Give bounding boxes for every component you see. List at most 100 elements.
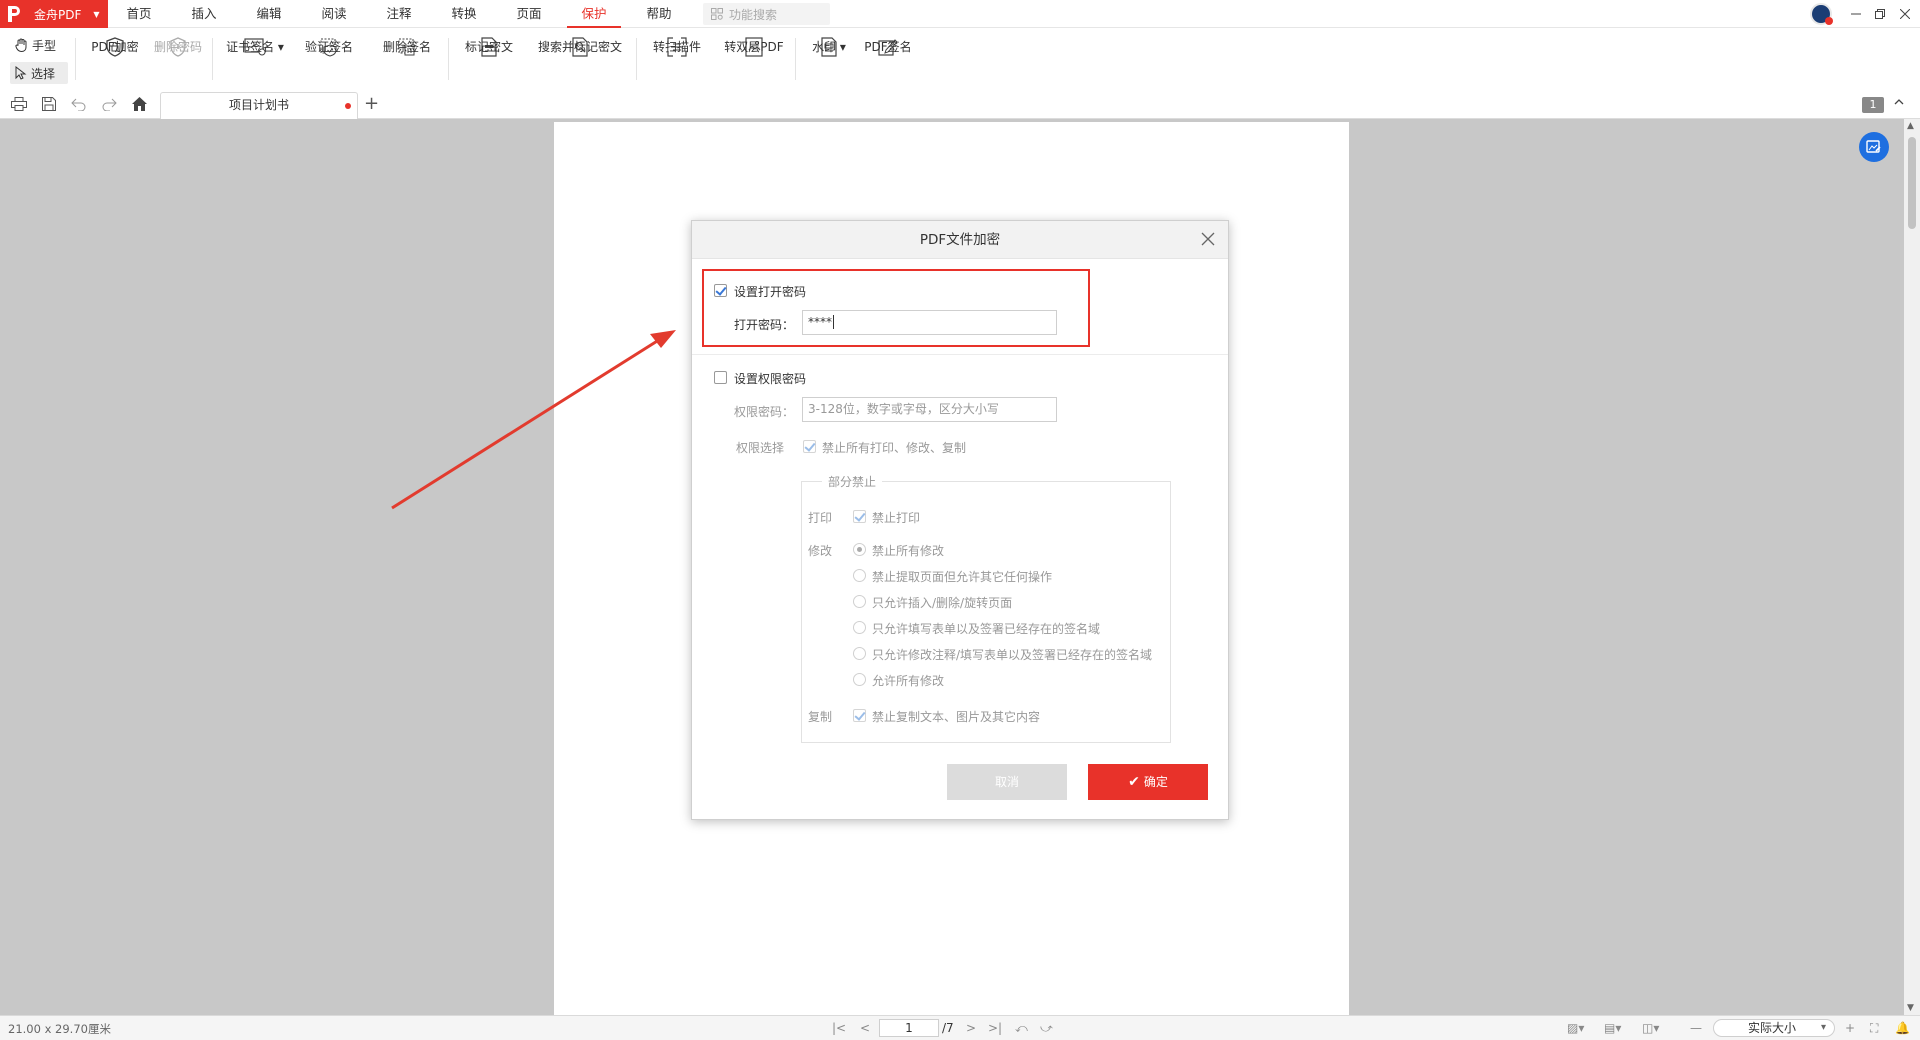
- page-layout-icon[interactable]: ▤▾: [1604, 1021, 1621, 1035]
- dual-page-icon[interactable]: ◫▾: [1642, 1021, 1659, 1035]
- confirm-label: 确定: [1143, 775, 1168, 789]
- app-logo-icon: [6, 5, 22, 23]
- menu-edit[interactable]: 编辑: [256, 0, 282, 28]
- add-tab-icon[interactable]: +: [364, 93, 379, 114]
- next-page-icon[interactable]: >: [966, 1021, 976, 1035]
- fit-screen-icon[interactable]: ⛶: [1870, 1021, 1878, 1036]
- chevron-down-icon: ▼: [93, 9, 100, 19]
- floating-assistant-button[interactable]: [1859, 132, 1889, 162]
- pdf-sign-button[interactable]: PDF签名: [863, 34, 913, 84]
- minimize-icon[interactable]: [1846, 4, 1866, 24]
- hand-tool-button[interactable]: 手型: [10, 34, 68, 56]
- verify-sign-button[interactable]: 验证签名: [304, 34, 354, 84]
- view-mode-icon[interactable]: ▨▾: [1567, 1021, 1584, 1035]
- print-section-label: 打印: [808, 511, 833, 525]
- permission-password-label: 权限密码：: [734, 405, 795, 419]
- menu-protect[interactable]: 保护: [567, 0, 621, 28]
- forbid-print-checkbox[interactable]: [853, 510, 866, 523]
- feature-search-input[interactable]: 功能搜索: [703, 3, 830, 25]
- save-icon[interactable]: [40, 95, 58, 113]
- scroll-down-icon[interactable]: ▼: [1907, 1003, 1914, 1013]
- remove-password-label: 删除密码: [153, 40, 202, 54]
- mark-secret-button[interactable]: 标记密文: [464, 34, 514, 84]
- select-tool-label: 选择: [31, 66, 56, 81]
- menu-insert[interactable]: 插入: [191, 0, 217, 28]
- modify-option-radio[interactable]: [853, 647, 866, 660]
- menu-bar: 金舟PDF ▼ 首页 插入 编辑 阅读 注释 转换 页面 保护 帮助 功能搜索: [0, 0, 1920, 28]
- forbid-copy-checkbox[interactable]: [853, 709, 866, 722]
- undo-icon[interactable]: [70, 95, 88, 113]
- collapse-ribbon-icon[interactable]: [1893, 96, 1905, 111]
- zoom-in-icon[interactable]: +: [1845, 1021, 1855, 1035]
- delete-sign-label: 删除签名: [382, 40, 431, 54]
- unsaved-dot-icon: [345, 103, 351, 109]
- forbid-all-checkbox[interactable]: [803, 440, 816, 453]
- permission-choice-label: 权限选择: [736, 441, 785, 455]
- menu-help[interactable]: 帮助: [646, 0, 672, 28]
- scroll-thumb[interactable]: [1908, 137, 1916, 229]
- to-dual-layer-label: 转双层PDF: [724, 40, 784, 54]
- to-dual-layer-button[interactable]: 转双层PDF: [723, 34, 785, 84]
- open-password-input[interactable]: ****: [802, 310, 1057, 335]
- modify-option-radio[interactable]: [853, 595, 866, 608]
- modify-option-radio[interactable]: [853, 621, 866, 634]
- menu-page[interactable]: 页面: [516, 0, 542, 28]
- pdf-encrypt-dialog: PDF文件加密 设置打开密码 打开密码： **** 设置权限密码 权限密码： 3…: [691, 220, 1229, 820]
- cert-sign-label: 证书签名 ▾: [226, 40, 284, 54]
- first-page-icon[interactable]: |<: [832, 1021, 846, 1035]
- app-name: 金舟PDF: [34, 7, 82, 22]
- forward-view-icon[interactable]: ⤻: [1040, 1021, 1053, 1036]
- page-size-text: 21.00 x 29.70厘米: [8, 1022, 111, 1036]
- cancel-button[interactable]: 取消: [947, 764, 1067, 800]
- page-number-input[interactable]: 1: [879, 1019, 939, 1037]
- pdf-encrypt-button[interactable]: PDF加密: [90, 34, 140, 84]
- page-total-text: /7: [942, 1021, 954, 1035]
- vertical-scrollbar[interactable]: ▲ ▼: [1904, 119, 1920, 1015]
- dialog-divider: [692, 354, 1228, 355]
- back-view-icon[interactable]: ⤺: [1015, 1021, 1028, 1036]
- modify-option-radio[interactable]: [853, 543, 866, 556]
- select-tool-button[interactable]: 选择: [10, 62, 68, 84]
- cert-sign-button[interactable]: 证书签名 ▾: [226, 34, 284, 84]
- delete-sign-button[interactable]: 删除签名: [382, 34, 432, 84]
- to-scan-button[interactable]: 转扫描件: [652, 34, 702, 84]
- menu-convert[interactable]: 转换: [451, 0, 477, 28]
- redo-icon[interactable]: [100, 95, 118, 113]
- last-page-icon[interactable]: >|: [988, 1021, 1002, 1035]
- zoom-out-icon[interactable]: —: [1690, 1021, 1702, 1035]
- verify-sign-label: 验证签名: [304, 40, 353, 54]
- prev-page-icon[interactable]: <: [860, 1021, 870, 1035]
- permission-password-input[interactable]: 3-128位，数字或字母，区分大小写: [802, 397, 1057, 422]
- print-icon[interactable]: [10, 95, 28, 113]
- tab-project-plan[interactable]: 项目计划书: [160, 92, 358, 119]
- ribbon-divider: [212, 38, 213, 80]
- home-icon[interactable]: [130, 95, 148, 113]
- search-mark-secret-button[interactable]: 搜索并标记密文: [537, 34, 623, 84]
- modify-option-radio[interactable]: [853, 569, 866, 582]
- set-permission-password-checkbox[interactable]: [714, 371, 727, 384]
- watermark-label: 水印 ▾: [812, 40, 846, 54]
- close-window-icon[interactable]: [1895, 4, 1915, 24]
- zoom-select[interactable]: 实际大小: [1713, 1019, 1835, 1037]
- highlight-box: [702, 269, 1090, 347]
- watermark-button[interactable]: 水印 ▾: [810, 34, 848, 84]
- menu-home[interactable]: 首页: [126, 0, 152, 28]
- page-count-badge: 1: [1862, 97, 1884, 113]
- dialog-title: PDF文件加密: [692, 221, 1228, 259]
- remove-password-button[interactable]: 删除密码: [153, 34, 203, 84]
- set-open-password-label: 设置打开密码: [734, 285, 807, 299]
- user-avatar[interactable]: [1810, 3, 1833, 25]
- restore-icon[interactable]: [1870, 4, 1890, 24]
- notification-icon[interactable]: 🔔: [1895, 1021, 1910, 1035]
- menu-annotate[interactable]: 注释: [386, 0, 412, 28]
- app-menu-button[interactable]: 金舟PDF ▼: [0, 0, 108, 28]
- menu-read[interactable]: 阅读: [321, 0, 347, 28]
- confirm-button[interactable]: ✔ 确定: [1088, 764, 1208, 800]
- partial-restrictions-legend: 部分禁止: [822, 473, 883, 490]
- set-open-password-checkbox[interactable]: [714, 284, 727, 297]
- modify-option-radio[interactable]: [853, 673, 866, 686]
- scroll-up-icon[interactable]: ▲: [1907, 121, 1914, 131]
- open-password-label: 打开密码：: [734, 318, 795, 332]
- search-placeholder: 功能搜索: [729, 7, 778, 22]
- close-icon[interactable]: [1200, 231, 1216, 247]
